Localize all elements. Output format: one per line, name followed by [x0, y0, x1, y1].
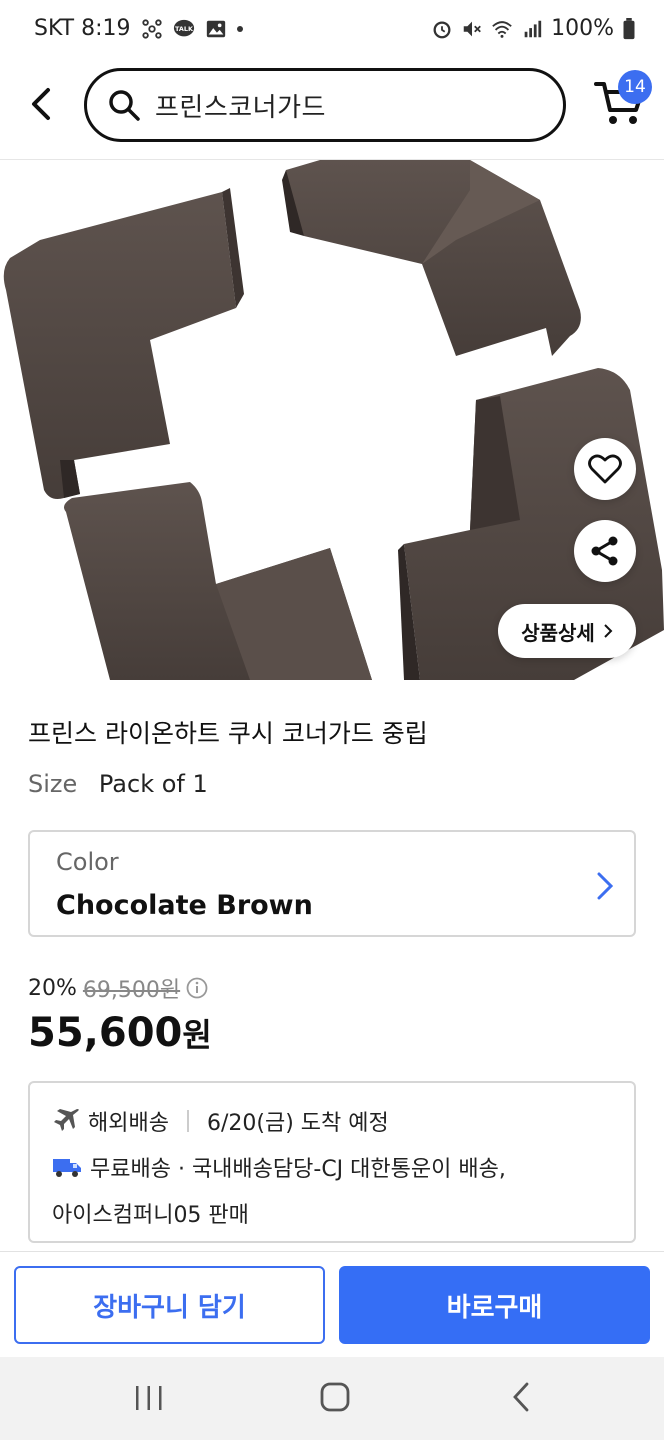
- chevron-right-icon: [604, 624, 613, 638]
- status-bar: SKT 8:19 TALK 100%: [0, 0, 664, 62]
- product-image[interactable]: 상품상세: [0, 160, 664, 680]
- product-title: 프린스 라이온하트 쿠시 코너가드 중립: [28, 719, 428, 748]
- sale-price-number: 55,600: [28, 1010, 183, 1056]
- talk-badge-text: TALK: [175, 24, 194, 32]
- buy-now-button[interactable]: 바로구매: [339, 1266, 650, 1344]
- delivery-row: 무료배송 · 국내배송담당-CJ 대한통운이 배송,: [52, 1151, 506, 1183]
- sale-price: 55,600원: [28, 1010, 212, 1056]
- search-icon: [109, 90, 140, 121]
- battery-percent: 100%: [551, 16, 614, 41]
- purchase-action-bar: 장바구니 담기 바로구매: [0, 1251, 664, 1357]
- divider: [186, 1110, 189, 1132]
- search-query: 프린스코너가드: [155, 92, 326, 123]
- heart-icon: [588, 454, 622, 484]
- wifi-icon: [492, 20, 512, 38]
- product-detail-button[interactable]: 상품상세: [498, 604, 636, 658]
- carrier-time: SKT 8:19: [34, 16, 131, 41]
- size-value: Pack of 1: [98, 770, 208, 798]
- price-meta: 20% 69,500원: [28, 972, 208, 1004]
- discount-rate: 20%: [28, 975, 77, 1001]
- color-value: Chocolate Brown: [56, 890, 313, 921]
- product-detail-label: 상품상세: [521, 620, 595, 645]
- talk-icon: TALK: [173, 19, 194, 36]
- cart-count-badge: 14: [618, 70, 652, 104]
- size-row: Size Pack of 1: [28, 770, 208, 798]
- truck-icon: [53, 1159, 81, 1177]
- system-nav-bar: [0, 1357, 664, 1440]
- info-icon[interactable]: [186, 977, 208, 999]
- chevron-right-icon: [597, 872, 614, 900]
- search-input[interactable]: 프린스코너가드: [84, 68, 566, 142]
- status-left: SKT 8:19 TALK: [34, 16, 243, 41]
- color-label: Color: [56, 848, 119, 876]
- app-header: 프린스코너가드 14: [0, 62, 664, 160]
- sale-price-unit: 원: [182, 1016, 212, 1054]
- shipping-info: 해외배송 6/20(금) 도착 예정 무료배송 · 국내배송담당-CJ 대한통운…: [28, 1081, 636, 1243]
- original-price: 69,500원: [82, 978, 181, 1003]
- signal-icon: [524, 20, 542, 37]
- back-arrow-icon[interactable]: [22, 82, 62, 126]
- alarm-icon: [433, 20, 451, 38]
- gallery-icon: [206, 20, 225, 37]
- seller-row: 아이스컴퍼니05 판매: [52, 1197, 249, 1229]
- notification-dot: [236, 25, 243, 32]
- network-icon: [141, 18, 162, 39]
- seller-text: 아이스컴퍼니05 판매: [52, 1203, 249, 1228]
- share-icon: [591, 536, 618, 566]
- airplane-icon: [54, 1109, 79, 1131]
- add-to-cart-button[interactable]: 장바구니 담기: [14, 1266, 325, 1344]
- color-selector[interactable]: Color Chocolate Brown: [28, 830, 636, 937]
- battery-icon: [623, 17, 635, 39]
- arrival-date: 6/20(금) 도착 예정: [206, 1111, 389, 1136]
- share-button[interactable]: [574, 520, 636, 582]
- wishlist-button[interactable]: [574, 438, 636, 500]
- home-icon[interactable]: [319, 1381, 351, 1413]
- corner-guards-image: [3, 160, 664, 680]
- status-right: 100%: [431, 16, 636, 41]
- mute-icon: [463, 21, 481, 36]
- recent-apps-icon[interactable]: [133, 1383, 165, 1413]
- free-delivery-text: 무료배송 · 국내배송담당-CJ 대한통운이 배송,: [90, 1157, 506, 1182]
- nav-back-icon[interactable]: [508, 1381, 534, 1413]
- size-label: Size: [28, 770, 78, 798]
- overseas-shipping-row: 해외배송 6/20(금) 도착 예정: [52, 1105, 389, 1137]
- overseas-label: 해외배송: [88, 1111, 169, 1136]
